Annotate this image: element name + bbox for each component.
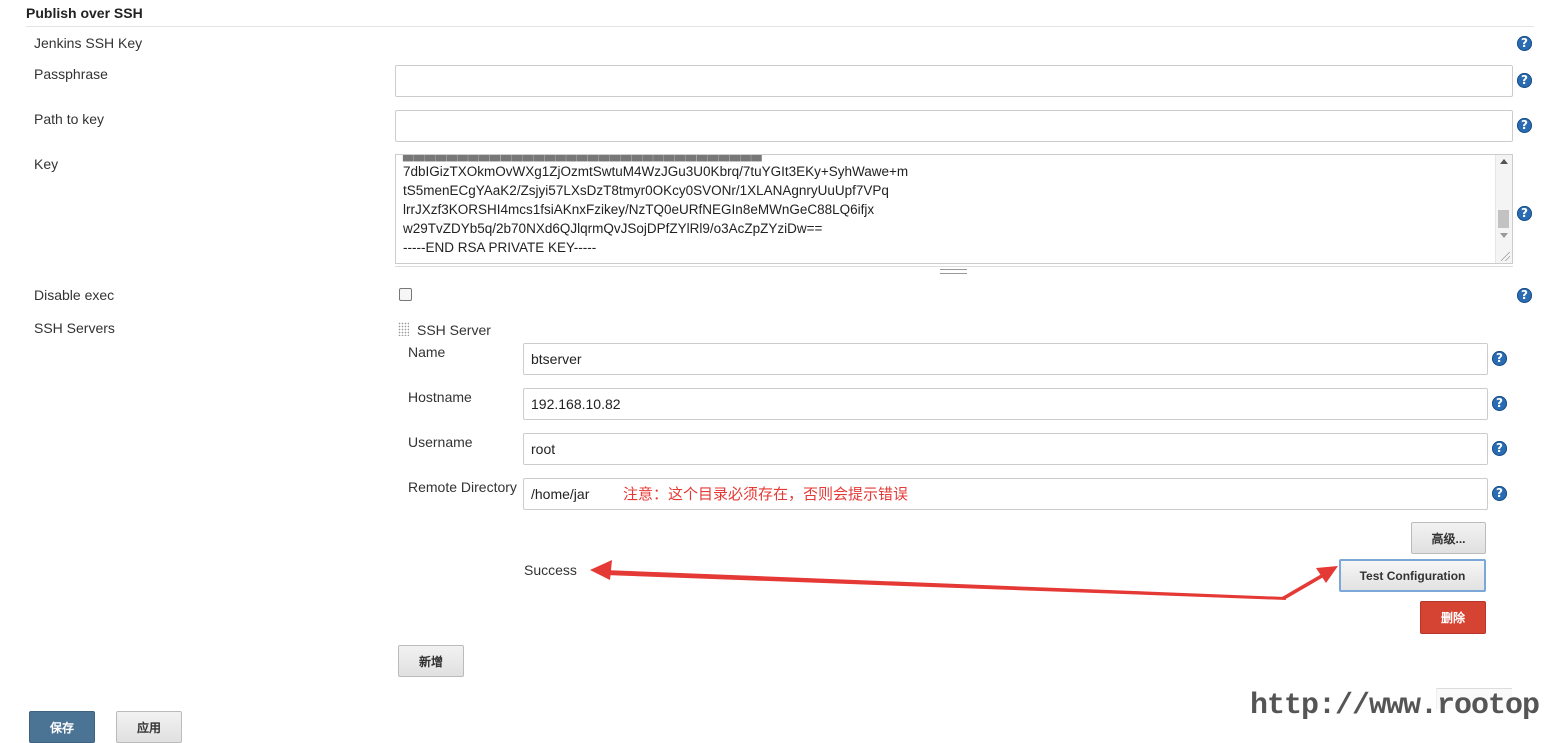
annotation-arrows [590, 560, 1338, 600]
arrow-line-diagonal [1282, 572, 1327, 600]
arrow-line [604, 570, 1286, 600]
apply-button[interactable]: 应用 [116, 711, 182, 743]
save-button[interactable]: 保存 [29, 711, 95, 743]
arrow-head-right [1316, 566, 1338, 583]
watermark-text: http://www.rootop.org [1250, 689, 1544, 723]
arrow-head-left [590, 560, 612, 580]
